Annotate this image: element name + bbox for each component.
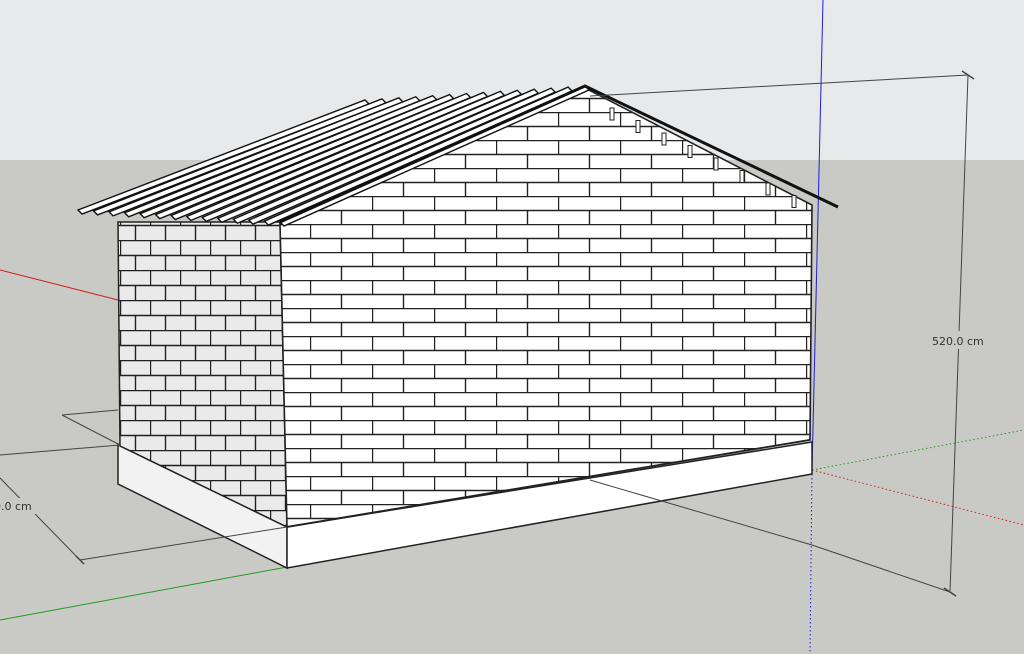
height-label: 520.0 cm	[932, 335, 984, 348]
rafter-post	[687, 145, 693, 158]
rafter-post	[713, 157, 719, 171]
depth-label: 0.0 cm	[0, 500, 32, 513]
rafter-post	[791, 195, 797, 208]
viewport-3d[interactable]: 520.0 cm 0.0 cm	[0, 0, 1024, 654]
rafter-post	[765, 182, 771, 196]
rafter-post	[609, 107, 615, 121]
rafter-post	[739, 170, 745, 183]
rafter-post	[661, 132, 667, 146]
rafter-post	[635, 120, 641, 133]
